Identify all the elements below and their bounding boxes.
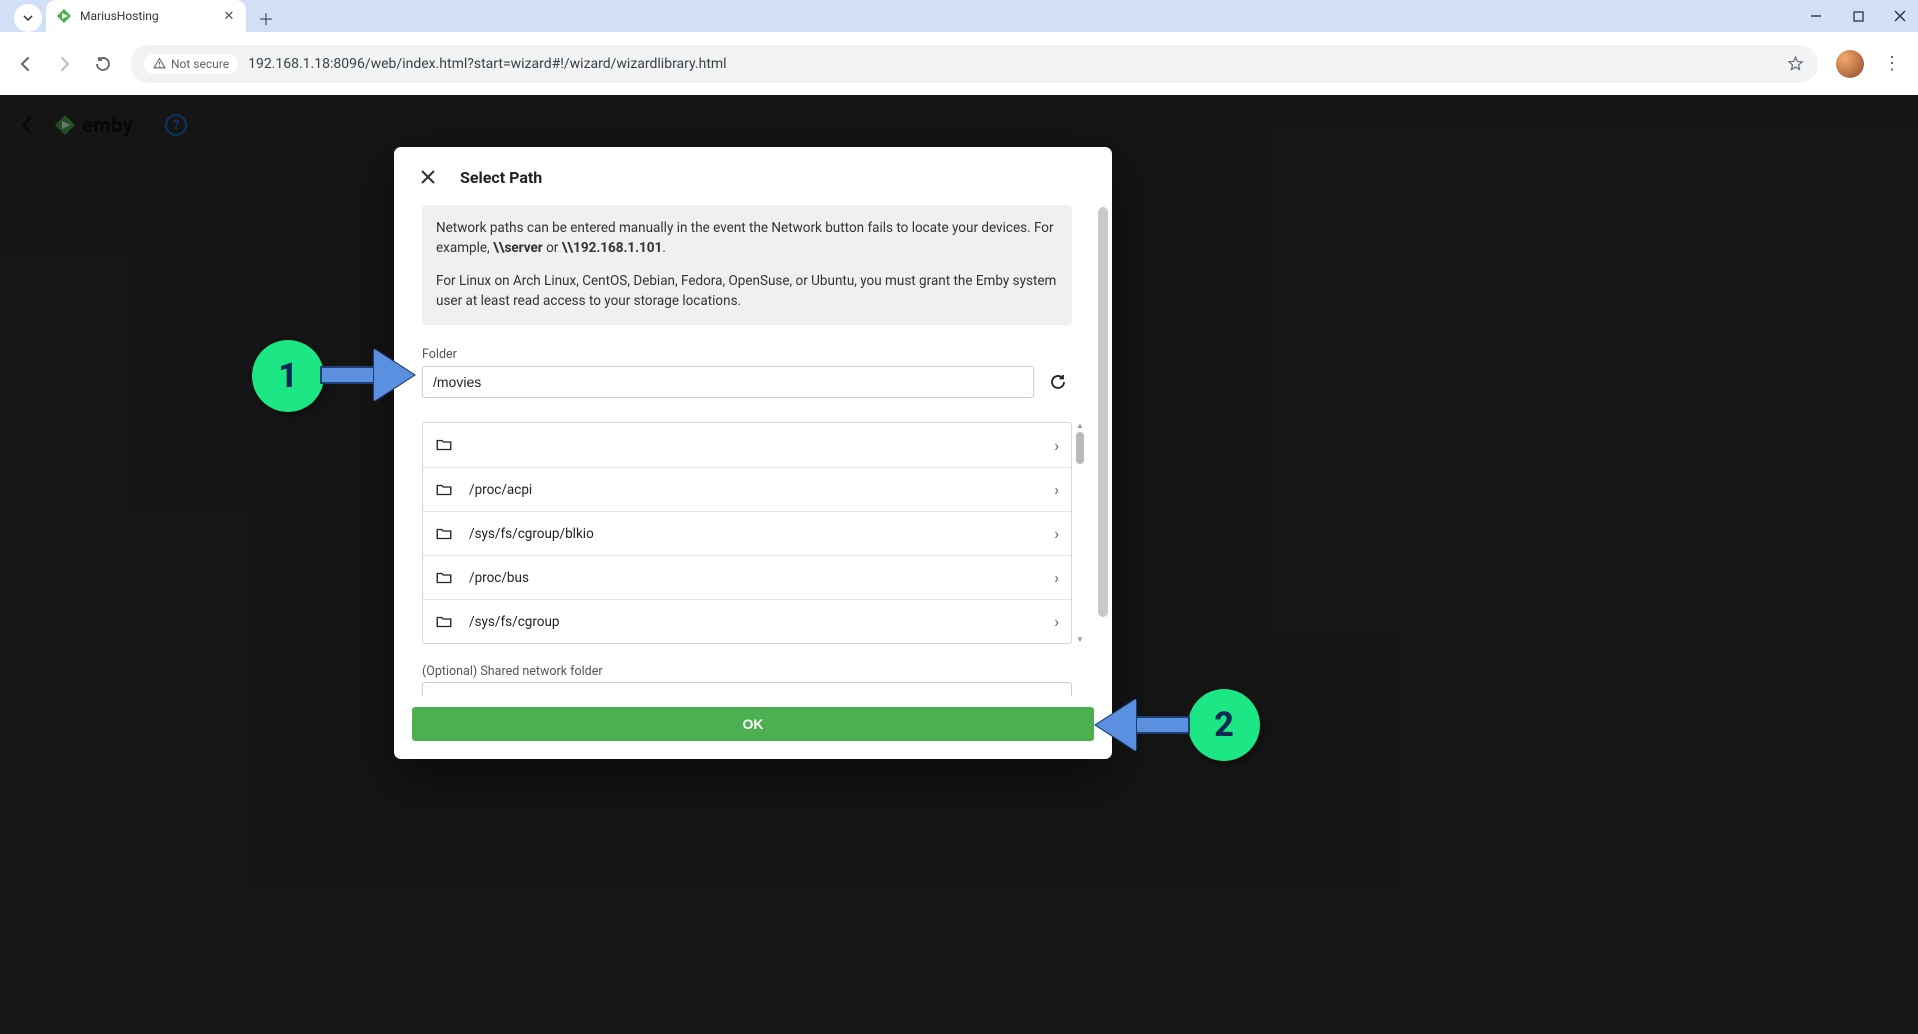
dialog-body: Network paths can be entered manually in… [394,201,1112,697]
window-maximize-button[interactable] [1846,4,1870,28]
info-example-ip: \\192.168.1.101 [562,240,663,256]
refresh-icon [1049,373,1067,391]
chevron-right-icon: › [1054,568,1059,587]
dialog-close-button[interactable] [416,165,440,189]
folder-list-item[interactable]: /proc/acpi › [423,467,1071,511]
folder-path: /proc/acpi [469,482,1038,498]
url-text: 192.168.1.18:8096/web/index.html?start=w… [248,56,1777,72]
chevron-right-icon: › [1054,524,1059,543]
folder-list-item[interactable]: /proc/bus › [423,555,1071,599]
window-controls [1804,4,1912,28]
tab-close-button[interactable]: ✕ [220,9,238,24]
chevron-right-icon: › [1054,480,1059,499]
browser-chrome: MariusHosting ✕ ＋ Not secure 192.168.1.1… [0,0,1918,95]
folder-icon [435,613,453,631]
folder-input[interactable] [422,366,1034,398]
info-example-server: \\server [493,240,543,256]
folder-input-row [422,366,1072,398]
scroll-down-icon: ▼ [1076,636,1084,644]
optional-network-label: (Optional) Shared network folder [422,664,1072,679]
info-text: . [662,240,666,256]
dialog-title: Select Path [460,168,542,187]
folder-icon [435,481,453,499]
window-minimize-button[interactable] [1804,4,1828,28]
folder-list: › /proc/acpi › /sys/fs/cgroup/blkio › [422,422,1072,644]
folder-list-scrollbar[interactable]: ▲ ▼ [1076,422,1084,644]
folder-icon [435,436,453,454]
dialog-header: Select Path [394,147,1112,201]
browser-toolbar: Not secure 192.168.1.18:8096/web/index.h… [0,32,1918,95]
browser-menu-button[interactable]: ⋮ [1876,48,1908,80]
optional-network-input[interactable] [422,682,1072,696]
folder-list-item[interactable]: › [423,423,1071,467]
dialog-scrollbar[interactable] [1098,207,1108,617]
dialog-footer: OK [394,697,1112,759]
folder-path: /sys/fs/cgroup [469,614,1038,630]
profile-avatar[interactable] [1836,50,1864,78]
warning-icon [153,57,166,70]
folder-list-item[interactable]: /sys/fs/cgroup/blkio › [423,511,1071,555]
folder-list-item[interactable]: /sys/fs/cgroup › [423,599,1071,643]
scroll-up-icon: ▲ [1076,422,1084,430]
folder-path: /proc/bus [469,570,1038,586]
folder-path: /sys/fs/cgroup/blkio [469,526,1038,542]
folder-icon [435,569,453,587]
tab-search-button[interactable] [14,4,42,32]
chevron-right-icon: › [1054,436,1059,455]
security-label: Not secure [171,57,229,71]
window-close-button[interactable] [1888,4,1912,28]
nav-reload-button[interactable] [86,48,118,80]
optional-network-input-wrap [422,682,1072,696]
folder-icon [435,525,453,543]
select-path-dialog: Select Path Network paths can be entered… [394,147,1112,759]
info-text: or [543,240,562,256]
ok-button[interactable]: OK [412,707,1094,741]
info-text-linux: For Linux on Arch Linux, CentOS, Debian,… [436,272,1058,311]
new-tab-button[interactable]: ＋ [252,4,280,32]
info-banner: Network paths can be entered manually in… [422,205,1072,325]
nav-forward-button[interactable] [48,48,80,80]
address-bar[interactable]: Not secure 192.168.1.18:8096/web/index.h… [130,45,1818,83]
security-chip[interactable]: Not secure [144,54,238,74]
chevron-right-icon: › [1054,612,1059,631]
refresh-button[interactable] [1044,368,1072,396]
emby-favicon-icon [56,8,72,24]
scroll-thumb[interactable] [1076,432,1084,464]
browser-tab[interactable]: MariusHosting ✕ [46,0,246,32]
folder-field-label: Folder [422,347,1090,362]
folder-list-container: › /proc/acpi › /sys/fs/cgroup/blkio › [422,422,1072,644]
page-viewport: emby ? Select Path Network paths can be … [0,95,1918,1034]
tab-strip: MariusHosting ✕ ＋ [0,0,1918,32]
bookmark-star-icon[interactable] [1787,55,1804,72]
tab-title: MariusHosting [80,9,212,23]
nav-back-button[interactable] [10,48,42,80]
